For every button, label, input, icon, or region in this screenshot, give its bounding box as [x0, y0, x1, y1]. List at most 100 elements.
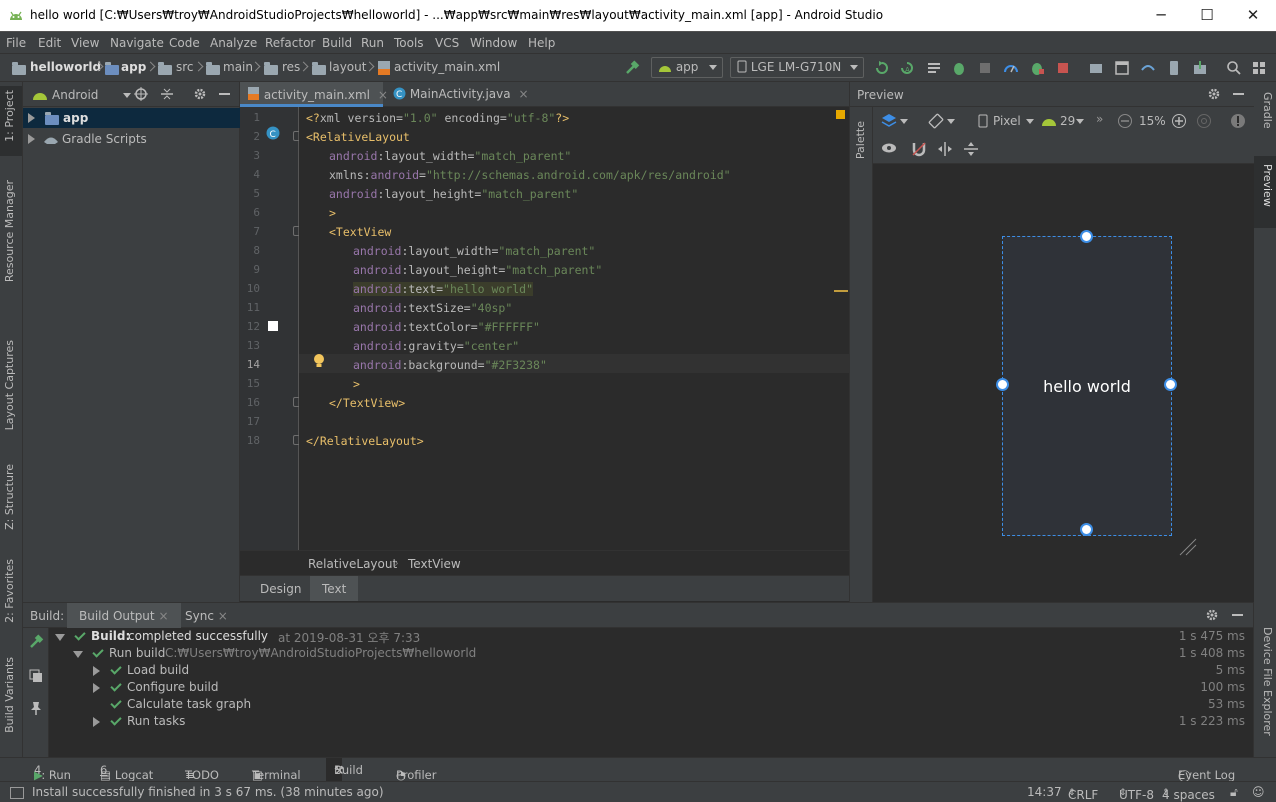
zoom-in-icon[interactable] [1171, 113, 1187, 129]
tab-gradle[interactable]: Gradle [1258, 92, 1274, 129]
chevron-down-icon[interactable] [1076, 119, 1084, 124]
status-message[interactable]: Install successfully finished in 3 s 67 … [32, 785, 384, 799]
crumb-res[interactable]: res [282, 60, 300, 74]
project-structure-icon[interactable] [1088, 60, 1104, 76]
api-level-dropdown[interactable]: 29 [1060, 114, 1075, 128]
avd-manager-icon[interactable] [1166, 60, 1182, 76]
tab-favorites[interactable]: 2: Favorites [3, 559, 19, 623]
zoom-fit-icon[interactable] [1196, 113, 1212, 129]
tab-sync[interactable]: Sync × [175, 603, 238, 628]
chevron-down-icon[interactable] [900, 119, 908, 124]
menu-help[interactable]: Help [528, 36, 555, 50]
chevron-down-icon[interactable] [947, 119, 955, 124]
warning-stripe[interactable] [834, 290, 848, 292]
sync-gradle-icon[interactable] [1140, 60, 1156, 76]
preview-device-dropdown[interactable]: Pixel [993, 114, 1021, 128]
collapse-all-icon[interactable] [160, 87, 174, 101]
gear-icon[interactable] [193, 87, 207, 101]
minimize-panel-icon[interactable] [1233, 93, 1244, 95]
crumb-file[interactable]: activity_main.xml [394, 60, 500, 74]
crumb-text-view[interactable]: TextView [408, 557, 461, 571]
orientation-icon[interactable] [928, 113, 944, 129]
apply-code-changes-icon[interactable]: A [899, 60, 915, 76]
resize-corner-icon[interactable] [1178, 537, 1198, 557]
more-icon[interactable]: » [1096, 112, 1103, 126]
tool-run[interactable]: ▶ 4: Run [34, 763, 71, 782]
menu-code[interactable]: Code [169, 36, 200, 50]
vertical-guide-icon[interactable] [963, 141, 979, 157]
gear-icon[interactable] [1207, 87, 1221, 101]
search-icon[interactable] [1226, 60, 1242, 76]
close-tab-icon[interactable]: × [518, 87, 528, 101]
close-button[interactable]: ✕ [1230, 0, 1276, 31]
design-canvas[interactable]: hello world [873, 164, 1254, 602]
crumb-main[interactable]: main [223, 60, 253, 74]
code-editor[interactable]: <?xml version="1.0" encoding="utf-8"?> <… [299, 107, 849, 550]
crumb-layout[interactable]: layout [329, 60, 366, 74]
tab-build-variants[interactable]: Build Variants [3, 657, 19, 733]
tab-palette[interactable]: Palette [854, 121, 870, 159]
lock-icon[interactable]: 🔓︎ [1230, 785, 1238, 800]
hammer-icon[interactable] [28, 634, 44, 650]
tool-window-toggle-icon[interactable] [10, 787, 24, 799]
minimize-panel-icon[interactable] [219, 93, 230, 95]
list-icon[interactable] [926, 60, 942, 76]
chevron-down-icon[interactable] [123, 93, 131, 98]
tab-main-activity-java[interactable]: C MainActivity.java × [385, 82, 529, 107]
gear-icon[interactable] [1205, 608, 1219, 622]
tree-item-app[interactable]: app [23, 108, 240, 128]
sdk-manager-icon[interactable] [1192, 60, 1208, 76]
resize-handle-right[interactable] [1164, 378, 1177, 391]
menu-view[interactable]: View [71, 36, 99, 50]
debug-icon[interactable] [951, 60, 967, 76]
tree-item-gradle-scripts[interactable]: Gradle Scripts [23, 129, 240, 149]
menu-analyze[interactable]: Analyze [210, 36, 257, 50]
tab-resource-manager[interactable]: Resource Manager [3, 180, 19, 282]
pin-icon[interactable] [28, 700, 44, 716]
chevron-right-icon[interactable] [93, 717, 100, 727]
tab-build-output[interactable]: Build Output × [67, 603, 181, 628]
tab-layout-captures[interactable]: Layout Captures [3, 340, 19, 430]
tab-project[interactable]: 1: Project [3, 90, 19, 142]
layout-icon[interactable] [1114, 60, 1130, 76]
color-swatch-icon[interactable] [268, 321, 278, 331]
inspector-icon[interactable]: ☺ [1252, 785, 1265, 799]
chevron-down-icon[interactable] [55, 634, 65, 641]
minimize-panel-icon[interactable] [1232, 614, 1243, 616]
eye-icon[interactable] [881, 142, 897, 154]
chevron-down-icon[interactable] [73, 651, 83, 658]
profile-icon[interactable] [1003, 60, 1019, 76]
magnet-icon[interactable] [911, 141, 927, 157]
tab-structure[interactable]: Z: Structure [3, 464, 19, 530]
menu-refactor[interactable]: Refactor [265, 36, 315, 50]
project-view-selector[interactable]: Android [52, 88, 98, 102]
chevron-right-icon[interactable] [93, 683, 100, 693]
coverage-icon[interactable] [977, 60, 993, 76]
run-config-dropdown[interactable]: app [651, 57, 723, 78]
inspection-status-icon[interactable] [836, 110, 845, 119]
crumb-project[interactable]: helloworld [30, 60, 101, 74]
caret-position[interactable]: 14:37 [1027, 785, 1062, 799]
text-view-preview[interactable]: hello world [996, 230, 1177, 536]
horizontal-guide-icon[interactable] [937, 141, 953, 157]
warning-icon[interactable] [1230, 113, 1246, 129]
hammer-icon[interactable] [624, 60, 640, 76]
maximize-button[interactable]: ☐ [1184, 0, 1230, 31]
menu-tools[interactable]: Tools [394, 36, 424, 50]
tab-activity-main-xml[interactable]: activity_main.xml × [240, 82, 388, 107]
tab-preview[interactable]: Preview [1258, 164, 1274, 207]
grid-icon[interactable] [1251, 60, 1267, 76]
tool-build[interactable]: ⚒ Build [326, 758, 363, 781]
tab-device-file-explorer[interactable]: Device File Explorer [1258, 627, 1274, 736]
menu-build[interactable]: Build [322, 36, 352, 50]
class-badge-icon[interactable]: C [266, 126, 280, 140]
tab-text[interactable]: Text [310, 576, 359, 601]
chevron-right-icon[interactable] [28, 134, 35, 144]
layers-icon[interactable] [881, 113, 897, 129]
tool-logcat[interactable]: ▤ 6: Logcat [100, 763, 153, 782]
locate-icon[interactable] [134, 87, 148, 101]
toggle-view-icon[interactable] [28, 668, 44, 684]
resize-handle-left[interactable] [996, 378, 1009, 391]
chevron-right-icon[interactable] [28, 113, 35, 123]
resize-handle-bottom[interactable] [1080, 523, 1093, 536]
